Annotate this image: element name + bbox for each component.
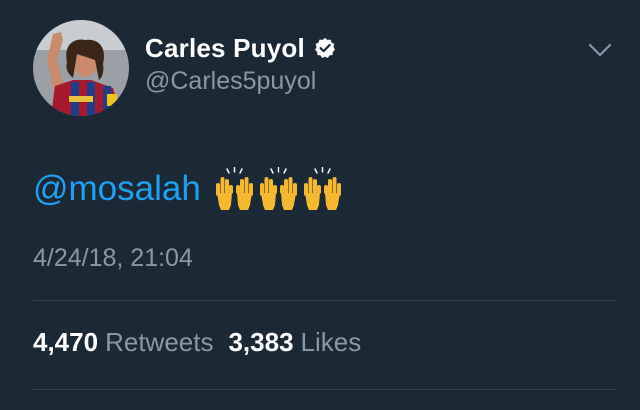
mention-link[interactable]: @mosalah <box>33 169 201 209</box>
display-name[interactable]: Carles Puyol <box>145 33 305 64</box>
raising-hands-icon <box>215 167 253 210</box>
divider <box>33 300 616 301</box>
tweet-timestamp[interactable]: 4/24/18, 21:04 <box>33 244 193 273</box>
avatar[interactable] <box>33 20 129 116</box>
likes-label: Likes <box>300 327 362 357</box>
likes-stat[interactable]: 3,383 Likes <box>228 327 361 358</box>
retweets-stat[interactable]: 4,470 Retweets <box>33 327 213 358</box>
raising-hands-icon <box>303 167 341 210</box>
emoji-group <box>213 167 345 211</box>
profile-photo <box>33 20 129 116</box>
retweets-label: Retweets <box>105 327 214 357</box>
tweet-text: @mosalah <box>33 166 345 212</box>
verified-badge-icon <box>314 37 335 58</box>
divider <box>33 389 616 390</box>
retweets-count: 4,470 <box>33 327 99 357</box>
chevron-down-icon[interactable] <box>588 42 612 58</box>
engagement-stats: 4,470 Retweets 3,383 Likes <box>33 327 361 358</box>
user-handle[interactable]: @Carles5puyol <box>145 67 316 96</box>
raising-hands-icon <box>259 167 297 210</box>
likes-count: 3,383 <box>228 327 294 357</box>
